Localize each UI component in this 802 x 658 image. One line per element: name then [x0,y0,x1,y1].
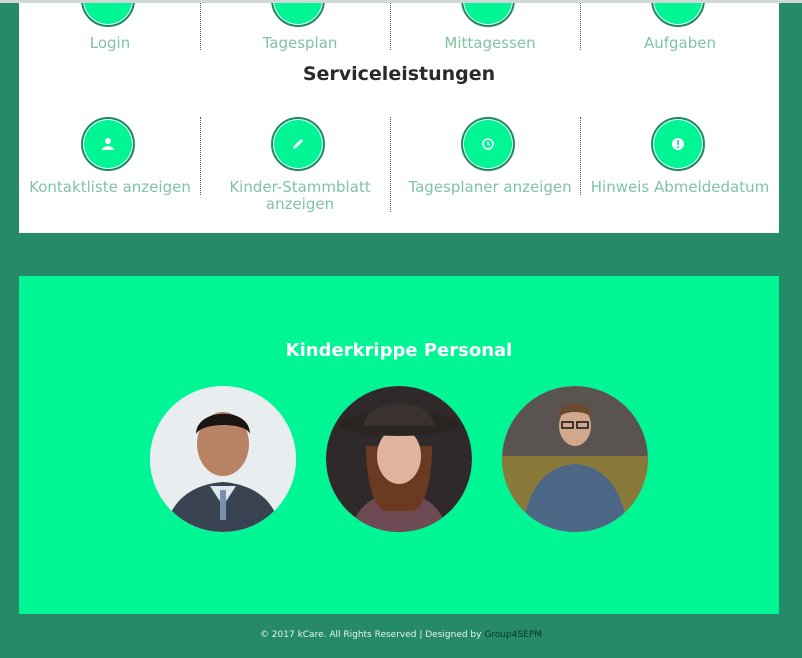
menu-mittagessen-label[interactable]: Mittagessen [395,35,585,52]
staff-avatar-3[interactable] [502,386,648,532]
services-title: Serviceleistungen [302,63,496,85]
menu-divider [200,3,201,50]
stammblatt-label[interactable]: Kinder-Stammblatt anzeigen [205,179,395,213]
alert-icon [672,138,684,150]
menu-divider [390,3,391,50]
menu-aufgaben-label[interactable]: Aufgaben [585,35,775,52]
footer: © 2017 kCare. All Rights Reserved | Desi… [0,630,802,640]
kontaktliste-label[interactable]: Kontaktliste anzeigen [19,179,205,196]
tagesplaner-label[interactable]: Tagesplaner anzeigen [395,179,585,196]
mittagessen-circle[interactable] [461,3,515,27]
footer-brand-link[interactable]: Group4SEPM [484,630,542,640]
footer-text: © 2017 kCare. All Rights Reserved | Desi… [259,630,485,640]
menu-tagesplan-label[interactable]: Tagesplan [205,35,395,52]
login-circle[interactable] [81,3,135,27]
man-portrait-image [150,386,296,532]
woman-portrait-image [326,386,472,532]
tagesplaner-button[interactable] [461,117,515,171]
service-divider [580,117,581,195]
login-icon [100,3,116,8]
calendar-icon [290,3,306,8]
user-icon [102,138,114,150]
tasks-icon [670,3,686,8]
abmeldedatum-label[interactable]: Hinweis Abmeldedatum [585,179,775,196]
stammblatt-button[interactable] [271,117,325,171]
staff-avatar-2[interactable] [326,386,472,532]
service-divider [390,117,391,212]
clock-icon [482,138,494,150]
menu-divider [580,3,581,50]
staff-title: Kinderkrippe Personal [285,340,513,361]
staff-panel: Kinderkrippe Personal [19,276,779,614]
staff-avatar-1[interactable] [150,386,296,532]
abmeldedatum-button[interactable] [651,117,705,171]
services-panel: Login Tagesplan Mittagessen Aufgaben Ser… [19,3,779,233]
young-man-portrait-image [502,386,648,532]
tagesplan-circle[interactable] [271,3,325,27]
food-icon [480,3,496,8]
service-divider [200,117,201,195]
pencil-icon [293,139,303,149]
menu-login-label[interactable]: Login [19,35,205,52]
aufgaben-circle[interactable] [651,3,705,27]
kontaktliste-button[interactable] [81,117,135,171]
